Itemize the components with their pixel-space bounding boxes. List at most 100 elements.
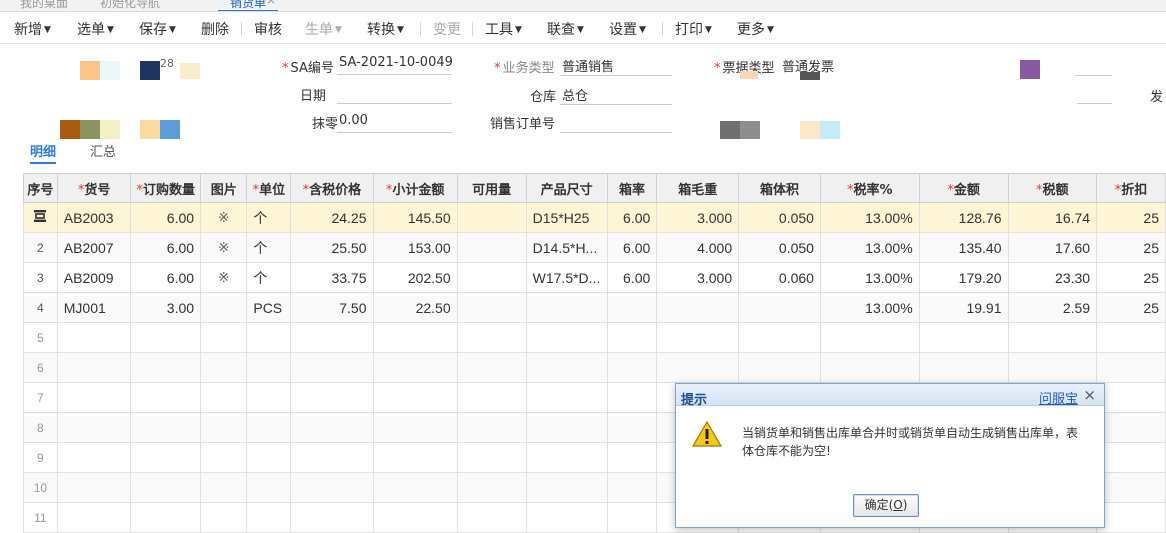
column-header[interactable]: 产品尺寸: [525, 173, 608, 203]
cell-empty[interactable]: [1096, 382, 1166, 413]
cell-tax-rate[interactable]: 13.00%: [819, 202, 920, 233]
round-off-field[interactable]: 0.00: [337, 113, 452, 133]
cell-code[interactable]: AB2009: [56, 262, 132, 293]
cell-empty[interactable]: [525, 472, 608, 503]
cell-price[interactable]: 24.25: [290, 202, 374, 233]
cell-tax[interactable]: 17.60: [1007, 232, 1098, 263]
column-header[interactable]: *货号: [56, 173, 132, 203]
table-row-empty[interactable]: 6: [23, 352, 1166, 383]
new-button[interactable]: 新增 ▼: [14, 19, 51, 39]
cell-empty[interactable]: [246, 412, 292, 443]
cell-qty[interactable]: 6.00: [130, 232, 202, 263]
cell-empty[interactable]: [290, 382, 374, 413]
cell-empty[interactable]: [456, 502, 527, 533]
tab-close-icon[interactable]: ×: [266, 0, 276, 7]
cell-empty[interactable]: [130, 322, 202, 353]
cell-empty[interactable]: [656, 352, 740, 383]
cell-box-weight[interactable]: [656, 292, 740, 323]
cell-empty[interactable]: [130, 442, 202, 473]
help-link[interactable]: 问服宝: [1039, 388, 1078, 407]
ok-button[interactable]: 确定(O): [853, 494, 919, 517]
cell-tax[interactable]: 23.30: [1007, 262, 1098, 293]
cell-price[interactable]: 33.75: [290, 262, 374, 293]
cell-no[interactable]: 10: [23, 472, 58, 503]
cell-empty[interactable]: [246, 382, 292, 413]
cell-qty[interactable]: 6.00: [130, 202, 202, 233]
column-header[interactable]: *金额: [918, 173, 1009, 203]
more-button[interactable]: 更多 ▼: [737, 19, 774, 39]
approve-button[interactable]: 审核: [254, 19, 282, 39]
cell-empty[interactable]: [525, 322, 608, 353]
sales-order-field[interactable]: [560, 113, 672, 133]
cell-empty[interactable]: [56, 382, 132, 413]
cell-size[interactable]: [525, 292, 608, 323]
save-button[interactable]: 保存 ▼: [139, 19, 176, 39]
table-row-empty[interactable]: 5: [23, 322, 1166, 353]
cell-unit[interactable]: 个: [246, 262, 292, 293]
cell-empty[interactable]: [200, 382, 248, 413]
cell-empty[interactable]: [456, 442, 527, 473]
cell-empty[interactable]: [525, 412, 608, 443]
cell-empty[interactable]: [1096, 322, 1166, 353]
cell-discount[interactable]: 25: [1096, 202, 1166, 233]
cell-empty[interactable]: [200, 442, 248, 473]
cell-tax-rate[interactable]: 13.00%: [819, 292, 920, 323]
cell-box-vol[interactable]: 0.050: [738, 202, 821, 233]
cell-empty[interactable]: [1096, 412, 1166, 443]
cell-empty[interactable]: [372, 472, 458, 503]
cell-no[interactable]: 8: [23, 412, 58, 443]
cell-empty[interactable]: [290, 472, 374, 503]
cell-empty[interactable]: [606, 322, 658, 353]
cell-empty[interactable]: [456, 352, 527, 383]
tab-my-desktop[interactable]: 我的桌面: [20, 0, 68, 11]
cell-empty[interactable]: [130, 382, 202, 413]
cell-empty[interactable]: [372, 442, 458, 473]
cell-box-vol[interactable]: 0.060: [738, 262, 821, 293]
cell-empty[interactable]: [456, 472, 527, 503]
cell-empty[interactable]: [456, 412, 527, 443]
cell-subtotal[interactable]: 145.50: [372, 202, 458, 233]
cell-avail[interactable]: [456, 232, 527, 263]
cell-no[interactable]: 9: [23, 442, 58, 473]
cell-empty[interactable]: [290, 502, 374, 533]
cell-empty[interactable]: [200, 502, 248, 533]
cell-empty[interactable]: [56, 442, 132, 473]
cell-no[interactable]: 4: [23, 292, 58, 323]
cell-empty[interactable]: [1096, 502, 1166, 533]
cell-no[interactable]: 5: [23, 322, 58, 353]
cell-empty[interactable]: [1096, 352, 1166, 383]
cell-no[interactable]: 11: [23, 502, 58, 533]
cell-amount[interactable]: 179.20: [918, 262, 1009, 293]
tools-button[interactable]: 工具 ▼: [485, 19, 522, 39]
cell-size[interactable]: W17.5*D...: [525, 262, 608, 293]
column-header[interactable]: 可用量: [456, 173, 527, 203]
cell-unit[interactable]: 个: [246, 202, 292, 233]
cell-unit[interactable]: PCS: [246, 292, 292, 323]
cell-no[interactable]: 6: [23, 352, 58, 383]
column-header[interactable]: 箱毛重: [656, 173, 740, 203]
change-button[interactable]: 变更: [433, 19, 461, 39]
cell-empty[interactable]: [246, 322, 292, 353]
cell-empty[interactable]: [290, 442, 374, 473]
cell-no[interactable]: [23, 202, 58, 233]
cell-empty[interactable]: [1096, 442, 1166, 473]
column-header[interactable]: 序号: [23, 173, 58, 203]
cell-empty[interactable]: [456, 382, 527, 413]
cell-empty[interactable]: [56, 322, 132, 353]
cell-amount[interactable]: 135.40: [918, 232, 1009, 263]
column-header[interactable]: 箱率: [606, 173, 658, 203]
cell-code[interactable]: MJ001: [56, 292, 132, 323]
cell-empty[interactable]: [56, 472, 132, 503]
tab-summary[interactable]: 汇总: [90, 141, 116, 160]
column-header[interactable]: *税额: [1007, 173, 1098, 203]
cell-tax-rate[interactable]: 13.00%: [819, 232, 920, 263]
cell-box-weight[interactable]: 3.000: [656, 202, 740, 233]
table-row[interactable]: 2 AB2007 6.00 ※ 个 25.50 153.00 D14.5*H... 6.00 4.…: [23, 232, 1166, 263]
table-row[interactable]: AB2003 6.00 ※ 个 24.25 145.50 D15*H25 6.00 3.000 0…: [23, 202, 1166, 233]
cell-empty[interactable]: [819, 352, 920, 383]
cell-empty[interactable]: [200, 322, 248, 353]
cell-box-weight[interactable]: 4.000: [656, 232, 740, 263]
cell-pic[interactable]: [200, 292, 248, 323]
cell-empty[interactable]: [606, 472, 658, 503]
cell-no[interactable]: 3: [23, 262, 58, 293]
